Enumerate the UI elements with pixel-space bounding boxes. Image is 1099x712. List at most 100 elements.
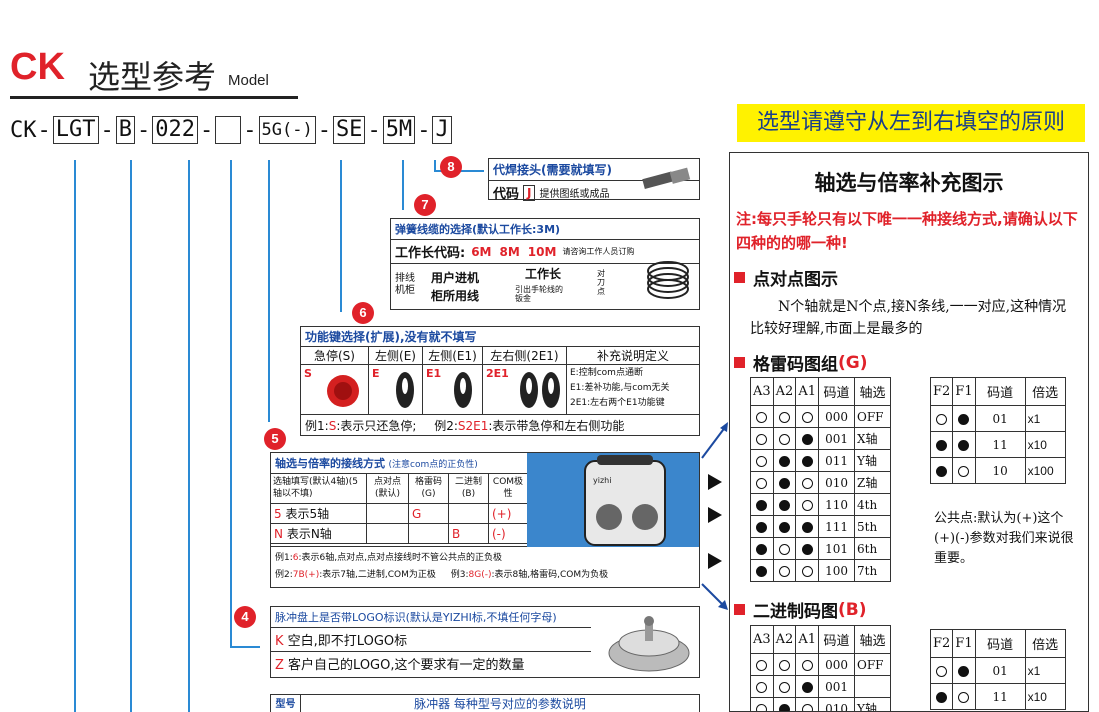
table-header-cell: F1 (952, 377, 976, 406)
table-header-cell: A1 (795, 625, 820, 654)
connector-plug-image (639, 167, 695, 189)
logo-option-k: K 空白,即不打LOGO标 (271, 628, 591, 652)
rule-banner: 选型请遵守从左到右填空的原则 (737, 104, 1085, 142)
p2p-heading: 点对点图示 (734, 265, 1088, 290)
col-left-e1: 左侧(E1) (423, 347, 483, 364)
empty-dot-icon (756, 411, 768, 423)
code-part-1: LGT (52, 116, 99, 144)
table-cell: 5th (854, 515, 892, 538)
empty-dot-icon (779, 565, 790, 577)
filled-dot-icon (801, 521, 813, 533)
table-header-cell: 码道 (974, 629, 1026, 658)
connector-line (268, 160, 270, 422)
note-e1: E1:差补功能,与com无关 (570, 383, 670, 393)
arrow-right-icon (708, 507, 722, 523)
empty-dot-icon (801, 411, 813, 423)
table-cell: x10 (1024, 683, 1066, 710)
table-header-cell: A2 (772, 625, 797, 654)
empty-dot-icon (936, 413, 948, 425)
hdr-com: COM极性 (492, 477, 524, 499)
filled-dot-icon (801, 681, 813, 693)
empty-dot-icon (756, 455, 768, 467)
work-length-label: 工作长 (525, 267, 562, 281)
connector-line (188, 160, 190, 712)
table-cell: X轴 (854, 427, 892, 450)
key-e-image (396, 372, 414, 408)
com-note: 公共点:默认为(+)这个(+)(-)参数对我们来说很重要。 (934, 511, 1074, 566)
table-row: 01 x1 (929, 657, 1066, 684)
step3-col-model: 型号 (271, 695, 301, 712)
page-title-en: Model (228, 72, 269, 89)
note-2e1: 2E1:左右两个E1功能键 (570, 398, 665, 408)
filled-dot-icon (801, 455, 813, 467)
arrow-down-icon (700, 582, 730, 614)
code-part-8: J (432, 116, 452, 144)
bullet-square-icon (734, 272, 745, 283)
table-row: 101 6th (750, 537, 892, 560)
table-cell: OFF (854, 653, 892, 676)
empty-dot-icon (936, 665, 948, 677)
code-part-5: 5G(-) (258, 116, 316, 144)
table-header-cell: F1 (952, 629, 976, 658)
table-row: 100 7th (750, 559, 892, 582)
handwheel-device-image: yizhi (527, 453, 699, 547)
arrow-right-icon (708, 474, 722, 490)
table-row: 01 x1 (929, 405, 1066, 432)
cable-row-2: 柜所用线 (431, 289, 480, 303)
table-header-cell: 轴选 (854, 377, 892, 406)
step8-desc: 提供图纸或成品 (539, 189, 610, 200)
gray-axis-table: A3 A2 A1 码道 轴选 000 OFF 001 X轴 011 Y轴 010 Z轴 110 4th 111… (750, 377, 892, 582)
table-cell: x1 (1024, 405, 1066, 432)
empty-dot-icon (958, 691, 970, 703)
empty-dot-icon (801, 703, 813, 711)
table-row: 001 X轴 (750, 427, 892, 450)
len-10m: 10M (527, 244, 557, 259)
gray-rate-table: F2 F1 码道 倍选 01 x1 11 x10 10 x100 (929, 377, 1066, 484)
connector-line (230, 646, 260, 648)
arrow-right-icon (708, 553, 722, 569)
logo-option-z: Z 客户自己的LOGO,这个要求有一定的数量 (275, 658, 525, 673)
table-row: 001 (750, 675, 892, 698)
estop-image (327, 375, 359, 407)
table-cell: 001 (818, 675, 856, 698)
empty-dot-icon (756, 477, 768, 489)
table-cell: OFF (854, 405, 892, 428)
table-cell (854, 675, 892, 698)
table-header-cell: 码道 (974, 377, 1026, 406)
empty-dot-icon (801, 499, 813, 511)
table-cell: 6th (854, 537, 892, 560)
hdr-p2p: 点对点(默认) (367, 474, 409, 503)
arrow-up-icon (700, 420, 730, 460)
table-header-cell: A2 (772, 377, 797, 406)
table-row: 111 5th (750, 515, 892, 538)
len-6m: 6M (471, 244, 492, 259)
filled-dot-icon (936, 691, 948, 703)
table-header-cell: 倍选 (1024, 629, 1066, 658)
filled-dot-icon (958, 413, 970, 425)
empty-dot-icon (756, 659, 768, 671)
empty-dot-icon (779, 411, 790, 423)
filled-dot-icon (756, 565, 768, 577)
step8-panel: 代焊接头(需要就填写) 代码 J 提供图纸或成品 (488, 158, 700, 202)
table-cell: x10 (1024, 431, 1066, 458)
side-note: 注:每只手轮只有以下唯一一种接线方式,请确认以下四种的的哪一种! (736, 210, 1078, 252)
step4-panel: 脉冲盘上是否带LOGO标识(默认是YIZHI标,不填任何字母) K 空白,即不打… (270, 606, 700, 678)
step7-title: 弹簧线缆的选择(默认工作长:3M) (391, 219, 699, 240)
table-row: 10 x100 (929, 457, 1066, 484)
table-cell: Y轴 (854, 449, 892, 472)
filled-dot-icon (779, 455, 790, 467)
table-cell: 011 (818, 449, 856, 472)
table-row: 000 OFF (750, 653, 892, 676)
step-badge-6: 6 (352, 302, 374, 324)
step5-title-note: (注意com点的正负性) (388, 460, 478, 470)
table-cell: 010 (818, 697, 856, 711)
table-cell: 001 (818, 427, 856, 450)
binary-axis-table: A3 A2 A1 码道 轴选 000 OFF 001 010 Y轴 (750, 625, 892, 711)
empty-dot-icon (779, 681, 790, 693)
bullet-square-icon (734, 604, 745, 615)
connector-line (230, 160, 232, 648)
filled-dot-icon (958, 665, 970, 677)
axis-row-n: N 表示N轴 B (-) (271, 524, 527, 544)
table-header-cell: 倍选 (1024, 377, 1066, 406)
table-row: 011 Y轴 (750, 449, 892, 472)
